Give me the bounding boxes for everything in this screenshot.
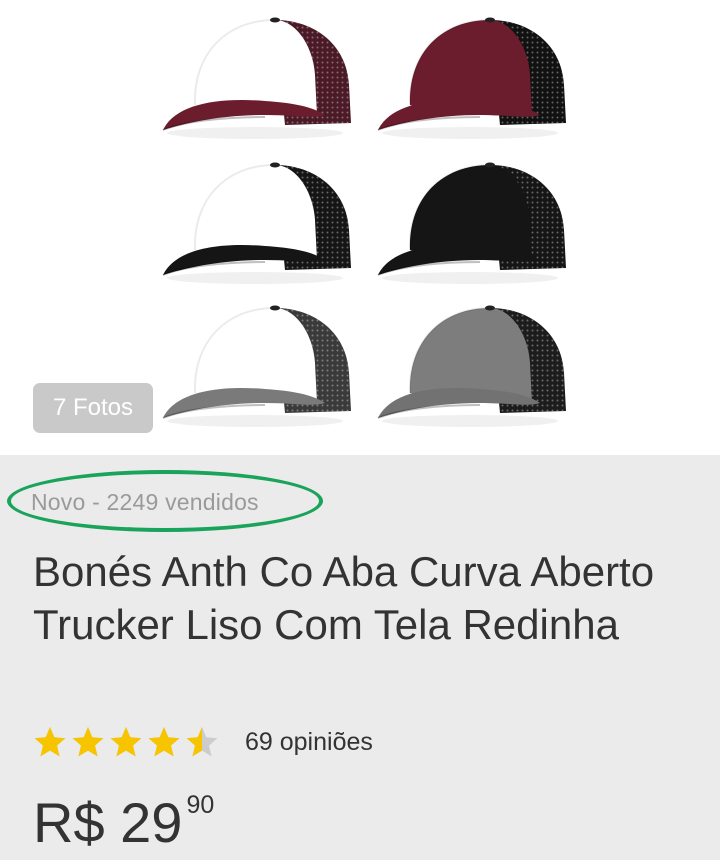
price: R$ 29 90 [33,788,214,858]
cap-image-4 [377,162,566,284]
rating-stars [33,725,223,759]
cap-image-5 [162,305,351,427]
star-half-icon [186,727,218,757]
cap-image-3 [162,162,351,284]
cap-image-2 [377,17,566,139]
rating-row[interactable]: 69 opiniões [33,722,373,762]
star-full-icon [110,727,142,757]
star-full-icon [72,727,104,757]
product-title: Bonés Anth Co Aba Curva Aberto Trucker L… [33,548,655,648]
reviews-link[interactable]: 69 opiniões [245,728,373,757]
product-image-gallery[interactable]: 7 Fotos [0,0,720,455]
condition-sold-count: Novo - 2249 vendidos [31,489,259,515]
star-full-icon [34,727,66,757]
star-full-icon [148,727,180,757]
cap-image-1 [162,17,351,139]
photo-count-badge[interactable]: 7 Fotos [33,383,153,433]
price-cents: 90 [186,791,215,819]
price-amount: R$ 29 [33,791,183,854]
cap-image-6 [377,305,566,427]
